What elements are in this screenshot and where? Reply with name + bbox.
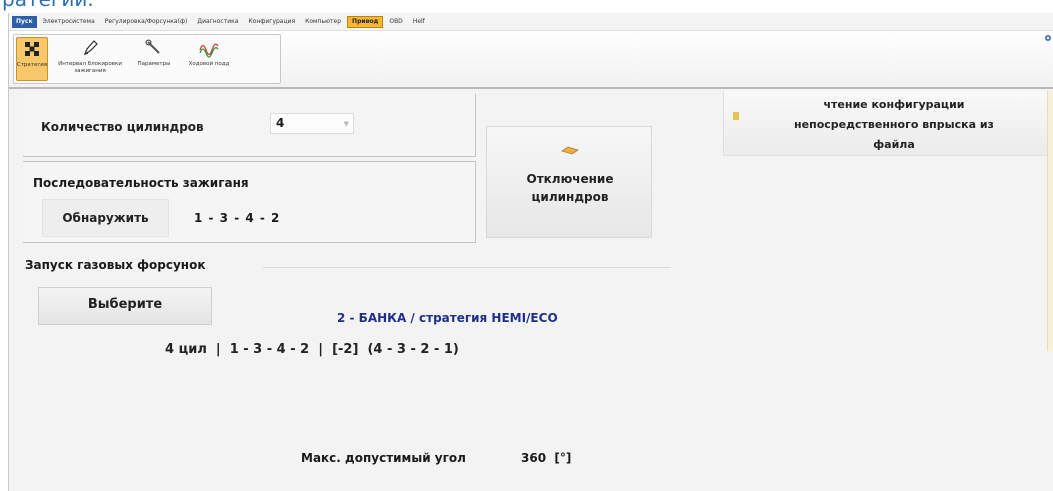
cylinders-label: Количество цилиндров [41,120,204,134]
section-divider [263,267,671,268]
cylinders-value: 4 [276,116,285,130]
firing-order-value: 1 - 3 - 4 - 2 [194,211,281,225]
detect-button[interactable]: Обнаружить [42,199,169,237]
menu-item-configuration[interactable]: Конфигурация [244,16,299,28]
disable-cylinders-line1: Отключение [526,172,614,186]
ribbon-button-parameters[interactable]: Параметры [132,37,176,81]
side-panel-strip [1047,91,1053,351]
read-config-line3: файла [873,138,915,151]
disable-cylinders-button[interactable]: Отключение цилиндров [486,126,652,238]
menu-item-help[interactable]: Helf [409,16,429,28]
gas-injectors-title: Запуск газовых форсунок [25,258,206,272]
menu-item-electrical[interactable]: Электросистема [39,16,99,28]
pen-icon [79,37,101,59]
application-window: Пуск Электросистема Регулировка/Форсунка… [8,13,1053,491]
read-injection-config-label: чтение конфигурации непосредственного вп… [744,95,1044,155]
wave-icon [198,37,220,59]
ribbon-label: Стратегия [16,62,48,68]
disable-cylinders-line2: цилиндров [531,190,609,204]
ribbon-label: Параметры [137,61,171,67]
chevron-down-icon: ▼ [343,120,349,128]
caption-fragment: ратегии. [0,0,1053,13]
ribbon-button-strategy[interactable]: Стратегия [16,37,48,81]
read-config-line1: чтение конфигурации [823,98,965,111]
firing-order-title: Последовательность зажиганя [33,176,249,190]
ribbon-button-ignition-interval[interactable]: Интервал блокировки зажигания [51,37,129,81]
menu-bar: Пуск Электросистема Регулировка/Форсунка… [9,13,1053,31]
file-icon [733,112,739,120]
ribbon-group: Стратегия Интервал блокировки зажигания [13,34,281,84]
wrench-icon [143,37,165,59]
select-button[interactable]: Выберите [38,287,212,325]
strategy-icon [21,38,43,60]
menu-item-start[interactable]: Пуск [12,15,37,28]
caption-text: ратегии. [2,0,94,11]
cylinders-dropdown[interactable]: 4 ▼ [270,113,354,134]
ribbon-button-drive[interactable]: Ходовой подд [180,37,238,81]
menu-item-drive[interactable]: Привод [347,15,384,28]
menu-item-regulation[interactable]: Регулировка/Форсунка(ф) [101,16,192,28]
gear-icon[interactable] [1044,34,1052,42]
ribbon-label: Ходовой подд [188,61,230,67]
menu-item-obd[interactable]: OBD [385,16,406,28]
max-angle-value: 360 [°] [521,451,572,465]
injection-sequence: 4 цил | 1 - 3 - 4 - 2 | [-2] (4 - 3 - 2 … [165,342,459,357]
read-injection-config-button[interactable]: чтение конфигурации непосредственного вп… [723,91,1049,156]
disable-cylinders-label: Отключение цилиндров [487,170,653,206]
ribbon-toolbar: Стратегия Интервал блокировки зажигания [9,31,1053,89]
cylinder-icon [561,146,579,155]
window-edge [1043,31,1053,71]
ribbon-label: Интервал блокировки зажигания [58,61,122,74]
max-angle-label: Макс. допустимый угол [301,451,466,465]
menu-item-diagnostics[interactable]: Диагностика [193,16,242,28]
menu-item-computer[interactable]: Компьютер [301,16,345,28]
main-content: Количество цилиндров 4 ▼ Последовательно… [9,91,1053,491]
strategy-text: 2 - БАНКА / стратегия HEMI/ECO [337,311,558,325]
read-config-line2: непосредственного впрыска из [794,118,994,131]
